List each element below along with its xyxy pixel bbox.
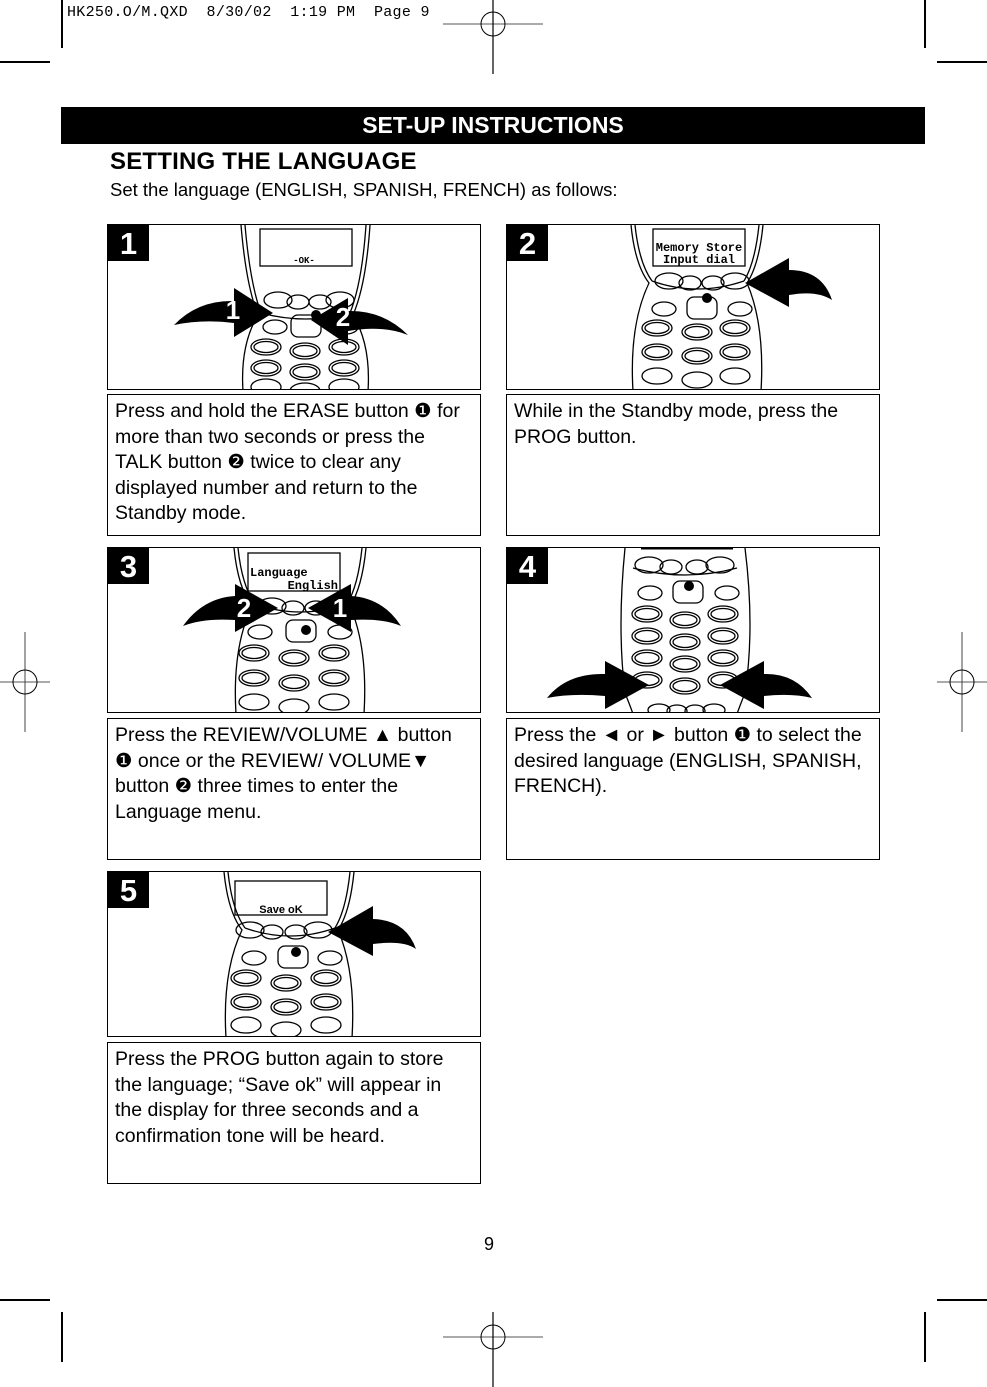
flower-icon: [291, 947, 301, 957]
phone-illustration: Save oK: [223, 872, 416, 1036]
page-number: 9: [484, 1234, 495, 1254]
step-number-badge: 1: [108, 225, 149, 261]
step-1-illustration: -OK- 1 2 1: [107, 224, 481, 390]
crop-mark: [61, 1312, 63, 1362]
phone-illustration: -OK- 1 2: [174, 225, 408, 389]
phone-illustration: Language English 2 1: [183, 548, 401, 712]
callout-number: 1: [226, 295, 240, 325]
display-line-2: Input dial: [663, 253, 735, 267]
page-title: SETTING THE LANGUAGE: [110, 148, 417, 175]
registration-mark-icon: [0, 632, 50, 732]
callout-number: 2: [237, 593, 251, 623]
arrow-icon: [547, 661, 649, 709]
step-number-badge: 5: [108, 872, 149, 908]
crop-mark: [924, 1312, 926, 1362]
callout-number: 2: [336, 302, 350, 332]
display-line-2: -OK-: [293, 256, 315, 266]
arrow-icon: [311, 298, 408, 345]
step-number-badge: 2: [507, 225, 548, 261]
step-1-instructions: Press and hold the ERASE button ❶ for mo…: [107, 394, 481, 536]
callout-number: 1: [333, 593, 347, 623]
step-2-illustration: Memory Store Input dial 2: [506, 224, 880, 390]
crop-mark: [0, 61, 50, 63]
intro-text: Set the language (ENGLISH, SPANISH, FREN…: [110, 179, 618, 200]
step-4-illustration: 4: [506, 547, 880, 713]
crop-mark: [937, 1299, 987, 1301]
flower-icon: [702, 293, 712, 303]
phone-illustration: [547, 548, 812, 712]
section-banner: SET-UP INSTRUCTIONS: [61, 107, 925, 144]
phone-illustration: Memory Store Input dial: [630, 225, 832, 389]
flower-icon: [684, 581, 694, 591]
printer-slug: HK250.O/M.QXD 8/30/02 1:19 PM Page 9: [67, 4, 430, 21]
step-5-instructions: Press the PROG button again to store the…: [107, 1042, 481, 1184]
step-number-badge: 3: [108, 548, 149, 584]
registration-mark-icon: [443, 0, 543, 74]
crop-mark: [61, 0, 63, 48]
flower-icon: [301, 625, 311, 635]
crop-mark: [937, 61, 987, 63]
arrow-icon: [745, 258, 832, 307]
display-line-1: Language: [250, 566, 308, 580]
step-5-illustration: Save oK 5: [107, 871, 481, 1037]
crop-mark: [0, 1299, 50, 1301]
display-line-2: English: [288, 579, 338, 593]
step-2-instructions: While in the Standby mode, press the PRO…: [506, 394, 880, 536]
arrow-icon: [174, 288, 273, 337]
crop-mark: [924, 0, 926, 48]
registration-mark-icon: [937, 632, 987, 732]
step-4-instructions: Press the ◄ or ► button ❶ to select the …: [506, 718, 880, 860]
step-3-illustration: Language English 2 1 3: [107, 547, 481, 713]
registration-mark-icon: [443, 1312, 543, 1387]
step-number-badge: 4: [507, 548, 548, 584]
step-3-instructions: Press the REVIEW/VOLUME ▲ button ❶ once …: [107, 718, 481, 860]
display-line-2: Save oK: [259, 904, 302, 916]
arrow-icon: [720, 661, 812, 709]
